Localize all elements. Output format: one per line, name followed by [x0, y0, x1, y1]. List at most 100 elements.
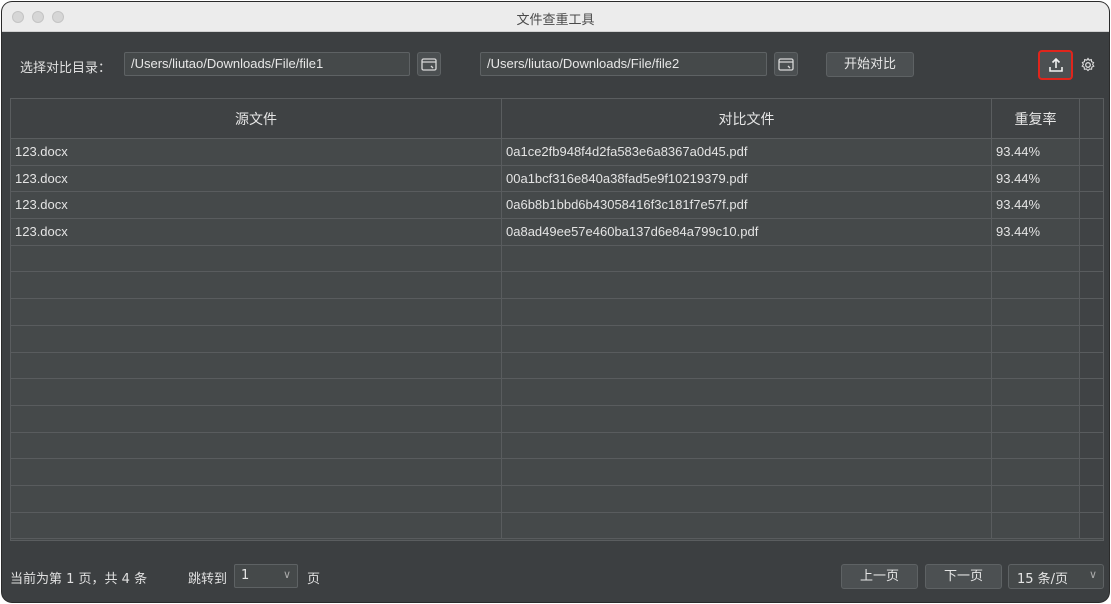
spacer-cell: [1080, 325, 1103, 352]
empty-table-row: [11, 459, 1103, 486]
jump-page-value: 1: [241, 568, 250, 583]
spacer-cell: [1080, 432, 1103, 459]
empty-table-row: [11, 325, 1103, 353]
table-row[interactable]: 123.docx 0a6b8b1bbd6b43058416f3c181f7e57f…: [11, 192, 1103, 220]
spacer-cell: [1080, 405, 1103, 432]
table-row[interactable]: 123.docx 0a8ad49ee57e460ba137d6e84a799c10…: [11, 219, 1103, 246]
table-header: 源文件 对比文件 重复率: [11, 99, 1103, 139]
spacer-cell: [1080, 352, 1103, 379]
start-compare-button[interactable]: 开始对比: [826, 52, 914, 77]
chevron-down-icon: ∨: [282, 568, 291, 581]
title-bar: 文件查重工具: [2, 2, 1109, 32]
compare-file-cell: [502, 485, 992, 512]
empty-table-row: [11, 379, 1103, 406]
spacer-cell: [1080, 485, 1103, 512]
source-file-cell: [11, 272, 502, 299]
source-file-cell: [11, 512, 502, 539]
page-status-text: 当前为第 1 页，共 4 条: [10, 572, 148, 587]
table-body: 123.docx 0a1ce2fb948f4d2fa583e6a8367a0d45…: [11, 139, 1103, 540]
duplicate-rate-cell: [992, 352, 1080, 379]
compare-file-cell: [502, 245, 992, 272]
duplicate-rate-cell: [992, 272, 1080, 299]
jump-page-select[interactable]: 1 ∨: [234, 564, 298, 588]
window-title: 文件查重工具: [516, 13, 595, 28]
compare-file-cell: [502, 512, 992, 539]
source-file-cell: [11, 379, 502, 405]
duplicate-rate-cell: 93.44%: [992, 192, 1080, 219]
folder-open-icon: [778, 58, 794, 71]
column-header-spacer: [1080, 99, 1103, 138]
duplicate-rate-cell: 93.44%: [992, 139, 1080, 165]
page-size-value: 15 条/页: [1017, 572, 1069, 587]
spacer-cell: [1080, 139, 1103, 165]
duplicate-rate-cell: [992, 405, 1080, 432]
compare-file-cell: [502, 352, 992, 379]
empty-table-row: [11, 245, 1103, 273]
empty-table-row: [11, 299, 1103, 326]
export-button[interactable]: [1038, 50, 1073, 80]
page-size-select[interactable]: 15 条/页 ∨: [1008, 564, 1104, 589]
target-folder-button[interactable]: [774, 52, 798, 76]
source-file-cell: [11, 405, 502, 432]
compare-file-cell: [502, 299, 992, 325]
spacer-cell: [1080, 379, 1103, 405]
target-path-input[interactable]: /Users/liutao/Downloads/File/file2: [480, 52, 767, 76]
spacer-cell: [1080, 459, 1103, 485]
column-header-rate[interactable]: 重复率: [992, 99, 1080, 138]
duplicate-rate-cell: [992, 485, 1080, 512]
compare-file-cell: [502, 325, 992, 352]
column-header-source[interactable]: 源文件: [11, 99, 502, 138]
app-window: 文件查重工具 选择对比目录： /Users/liutao/Downloads/F…: [2, 2, 1109, 602]
empty-table-row: [11, 405, 1103, 433]
source-file-cell: [11, 432, 502, 459]
column-header-compare[interactable]: 对比文件: [502, 99, 992, 138]
source-file-cell: 123.docx: [11, 219, 502, 245]
source-folder-button[interactable]: [417, 52, 441, 76]
compare-file-cell: [502, 379, 992, 405]
source-file-cell: 123.docx: [11, 165, 502, 192]
compare-file-cell: [502, 272, 992, 299]
spacer-cell: [1080, 192, 1103, 219]
duplicate-rate-cell: 93.44%: [992, 219, 1080, 245]
next-page-button[interactable]: 下一页: [925, 564, 1002, 589]
compare-file-cell: [502, 459, 992, 485]
spacer-cell: [1080, 272, 1103, 299]
duplicate-rate-cell: [992, 325, 1080, 352]
duplicate-rate-cell: [992, 512, 1080, 539]
prev-page-button[interactable]: 上一页: [841, 564, 918, 589]
compare-file-cell: 0a1ce2fb948f4d2fa583e6a8367a0d45.pdf: [502, 139, 992, 165]
folder-open-icon: [421, 58, 437, 71]
spacer-cell: [1080, 512, 1103, 539]
spacer-cell: [1080, 219, 1103, 245]
empty-table-row: [11, 485, 1103, 513]
table-row[interactable]: 123.docx 0a1ce2fb948f4d2fa583e6a8367a0d45…: [11, 139, 1103, 166]
compare-file-cell: 0a8ad49ee57e460ba137d6e84a799c10.pdf: [502, 219, 992, 245]
settings-button[interactable]: [1077, 52, 1099, 78]
duplicate-rate-cell: [992, 459, 1080, 485]
table-row[interactable]: 123.docx 00a1bcf316e840a38fad5e9f10219379…: [11, 165, 1103, 193]
compare-file-cell: 00a1bcf316e840a38fad5e9f10219379.pdf: [502, 165, 992, 192]
compare-file-cell: [502, 432, 992, 459]
chevron-down-icon: ∨: [1088, 568, 1097, 581]
source-path-input[interactable]: /Users/liutao/Downloads/File/file1: [124, 52, 410, 76]
compare-file-cell: [502, 405, 992, 432]
duplicate-rate-cell: [992, 245, 1080, 272]
source-file-cell: 123.docx: [11, 139, 502, 165]
empty-table-row: [11, 272, 1103, 300]
pagination-bar: 当前为第 1 页，共 4 条 跳转到 1 ∨ 页 上一页 下一页 15 条/页 …: [2, 558, 1109, 594]
source-file-cell: [11, 299, 502, 325]
source-file-cell: [11, 485, 502, 512]
upload-export-icon: [1048, 57, 1063, 72]
duplicate-rate-cell: [992, 432, 1080, 459]
toolbar: 选择对比目录： /Users/liutao/Downloads/File/fil…: [2, 32, 1109, 98]
source-file-cell: [11, 325, 502, 352]
source-file-cell: [11, 459, 502, 485]
spacer-cell: [1080, 245, 1103, 272]
duplicate-rate-cell: [992, 299, 1080, 325]
duplicate-rate-cell: [992, 379, 1080, 405]
directory-label: 选择对比目录：: [20, 61, 112, 76]
source-file-cell: 123.docx: [11, 192, 502, 219]
compare-file-cell: 0a6b8b1bbd6b43058416f3c181f7e57f.pdf: [502, 192, 992, 219]
empty-table-row: [11, 352, 1103, 380]
spacer-cell: [1080, 165, 1103, 192]
